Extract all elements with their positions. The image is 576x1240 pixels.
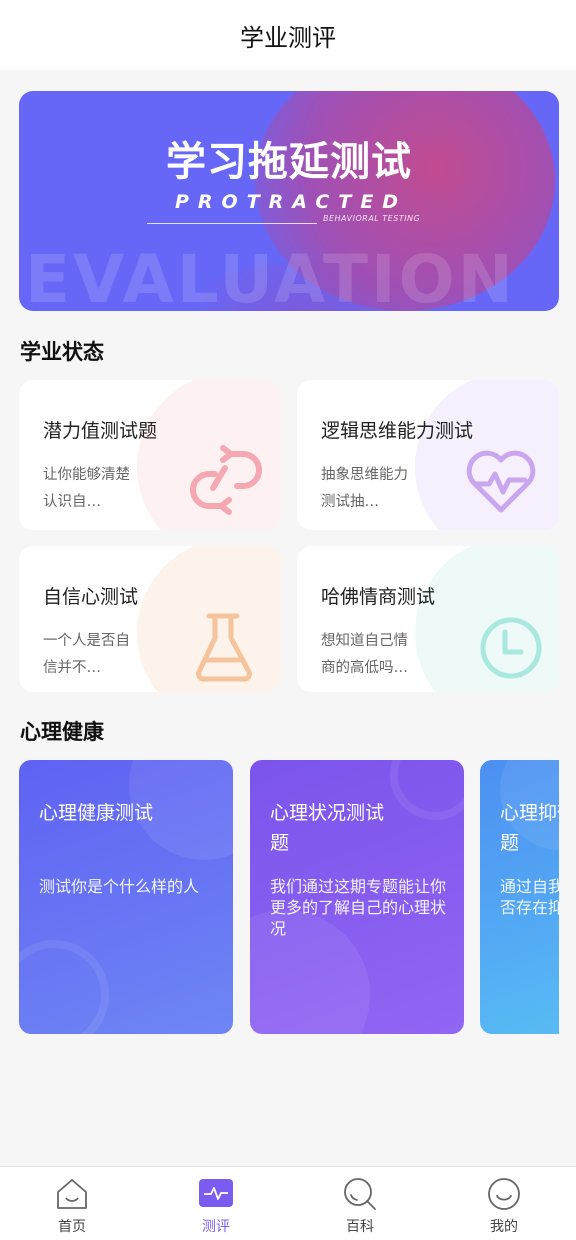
- bottom-tab-bar: 首页 测评 百科 我的: [0, 1166, 576, 1240]
- test-card-confidence[interactable]: 自信心测试 一个人是否自信并不…: [19, 546, 281, 692]
- pulse-icon: [198, 1176, 234, 1212]
- tab-encyclopedia[interactable]: 百科: [288, 1167, 432, 1240]
- smile-icon: [486, 1176, 522, 1212]
- search-icon: [342, 1176, 378, 1212]
- link-arrows-icon: [190, 445, 262, 515]
- clock-icon: [480, 617, 542, 679]
- card-description: 我们通过这期专题能让你更多的了解自己的心理状况: [270, 877, 447, 938]
- mental-card-status[interactable]: 心理状况测试题 我们通过这期专题能让你更多的了解自己的心理状况: [250, 760, 464, 1034]
- mental-card-depression[interactable]: 心理抑郁测试题 通过自我测试了解自己是否存在抑郁以及严重程度: [480, 760, 559, 1034]
- card-description: 通过自我测试了解自己是否存在抑郁以及严重程度: [500, 877, 559, 917]
- tab-home[interactable]: 首页: [0, 1167, 144, 1240]
- banner-watermark: EVALUATION: [25, 241, 516, 311]
- card-description: 测试你是个什么样的人: [39, 877, 200, 896]
- card-title: 心理状况测试题: [270, 802, 385, 854]
- card-description: 让你能够清楚认识自…: [43, 467, 130, 510]
- test-card-eq[interactable]: 哈佛情商测试 想知道自己情商的高低吗…: [297, 546, 559, 692]
- card-description: 一个人是否自信并不…: [43, 633, 130, 676]
- home-icon: [54, 1176, 90, 1212]
- heartbeat-icon: [466, 450, 536, 513]
- card-title: 自信心测试: [43, 586, 139, 608]
- flask-icon: [196, 613, 252, 682]
- banner-title: 学习拖延测试: [166, 139, 412, 185]
- card-title: 心理健康测试: [39, 802, 154, 824]
- top-bar: 学业测评: [0, 0, 576, 70]
- card-decor: [390, 760, 464, 820]
- card-title: 潜力值测试题: [43, 420, 158, 442]
- card-title: 哈佛情商测试: [321, 586, 436, 608]
- page-title: 学业测评: [240, 23, 336, 52]
- card-description: 想知道自己情商的高低吗…: [321, 633, 408, 676]
- test-card-potential[interactable]: 潜力值测试题 让你能够清楚认识自…: [19, 380, 281, 530]
- tab-label: 测评: [202, 1219, 230, 1235]
- section-title-mental-health: 心理健康: [20, 720, 104, 744]
- tab-label: 首页: [58, 1219, 86, 1235]
- banner-procrastination-test[interactable]: EVALUATION 学习拖延测试 PROTRACTED BEHAVIORAL …: [19, 91, 559, 311]
- mental-card-health[interactable]: 心理健康测试 测试你是个什么样的人: [19, 760, 233, 1034]
- tab-label: 百科: [346, 1219, 374, 1235]
- banner-tagline: BEHAVIORAL TESTING: [323, 214, 421, 223]
- section-title-academic: 学业状态: [20, 340, 104, 364]
- banner-subtitle: PROTRACTED: [175, 191, 408, 213]
- tab-profile[interactable]: 我的: [432, 1167, 576, 1240]
- mental-health-carousel[interactable]: 心理健康测试 测试你是个什么样的人 心理状况测试题 我们通过这期专题能让你更多的…: [19, 760, 559, 1036]
- card-description: 抽象思维能力测试抽…: [321, 467, 408, 510]
- tab-evaluation[interactable]: 测评: [144, 1167, 288, 1240]
- test-card-logic[interactable]: 逻辑思维能力测试 抽象思维能力测试抽…: [297, 380, 559, 530]
- tab-label: 我的: [490, 1219, 518, 1235]
- banner-divider: [147, 223, 317, 224]
- card-decor: [19, 940, 109, 1034]
- card-title: 逻辑思维能力测试: [321, 420, 474, 442]
- card-title: 心理抑郁测试题: [500, 802, 559, 854]
